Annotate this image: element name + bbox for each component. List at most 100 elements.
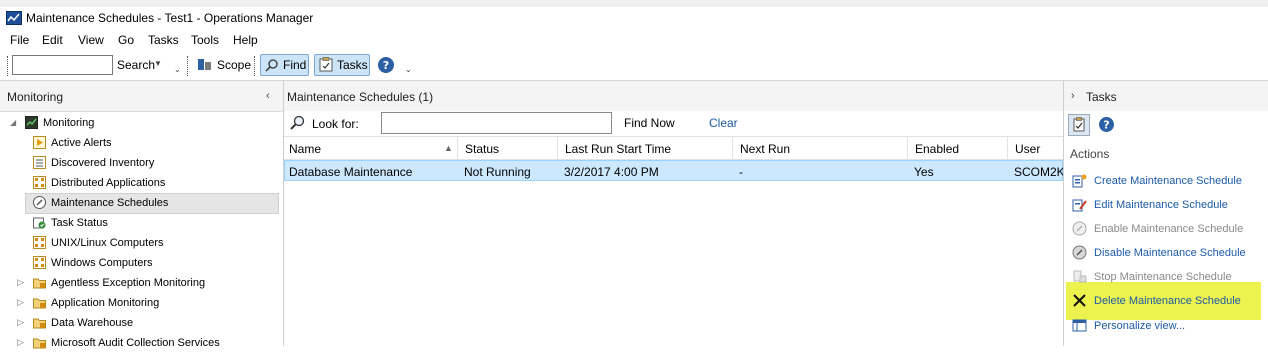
action-delete-maintenance-schedule[interactable]: Delete Maintenance Schedule — [1064, 290, 1268, 312]
tree-item-windows-computers[interactable]: Windows Computers — [0, 253, 283, 273]
search-input[interactable] — [12, 55, 113, 75]
action-label: Edit Maintenance Schedule — [1094, 199, 1228, 211]
collapsed-triangle-icon[interactable]: ▷ — [17, 337, 24, 348]
toolbar: Search ▼ ⌄ Scope Find Tasks ? ⌄ — [0, 52, 1268, 81]
collapse-pane-icon[interactable]: ‹ — [266, 90, 270, 102]
search-button[interactable]: Search — [117, 58, 155, 72]
column-divider[interactable] — [1007, 137, 1008, 159]
task-status-icon — [33, 216, 46, 229]
tree-item-unix-linux-computers[interactable]: UNIX/Linux Computers — [0, 233, 283, 253]
grid-header: Name ▲ Status Last Run Start Time Next R… — [284, 136, 1063, 160]
column-header-user[interactable]: User — [1015, 142, 1040, 156]
column-divider[interactable] — [732, 137, 733, 159]
help-icon[interactable]: ? — [377, 56, 395, 77]
toolbar-overflow-icon[interactable]: ⌄ — [405, 65, 412, 74]
find-now-button[interactable]: Find Now — [624, 116, 675, 130]
collapsed-triangle-icon[interactable]: ▷ — [17, 317, 24, 328]
search-dropdown-icon[interactable]: ▼ — [154, 59, 162, 68]
action-stop-maintenance-schedule: Stop Maintenance Schedule — [1064, 266, 1268, 288]
menu-go[interactable]: Go — [118, 33, 134, 47]
menu-edit[interactable]: Edit — [42, 33, 63, 47]
action-enable-maintenance-schedule: Enable Maintenance Schedule — [1064, 218, 1268, 240]
action-disable-maintenance-schedule[interactable]: Disable Maintenance Schedule — [1064, 242, 1268, 264]
tree-folder-microsoft-audit-collection-services[interactable]: ▷ Microsoft Audit Collection Services — [0, 333, 283, 353]
delete-icon — [1072, 293, 1087, 308]
collapsed-triangle-icon[interactable]: ▷ — [17, 277, 24, 288]
tree-item-distributed-applications[interactable]: Distributed Applications — [0, 173, 283, 193]
cell-name: Database Maintenance — [289, 165, 413, 179]
tree-item-discovered-inventory[interactable]: Discovered Inventory — [0, 153, 283, 173]
column-header-status[interactable]: Status — [465, 142, 499, 156]
action-label: Disable Maintenance Schedule — [1094, 247, 1246, 259]
tree-folder-application-monitoring[interactable]: ▷ Application Monitoring — [0, 293, 283, 313]
help-icon[interactable]: ? — [1098, 116, 1115, 136]
tree-label: Monitoring — [43, 117, 95, 129]
tree-folder-data-warehouse[interactable]: ▷ Data Warehouse — [0, 313, 283, 333]
menu-help[interactable]: Help — [233, 33, 258, 47]
tree-label: UNIX/Linux Computers — [51, 237, 164, 249]
results-pane-header: Maintenance Schedules (1) — [284, 81, 1063, 111]
grid-icon — [33, 236, 46, 249]
folder-icon — [33, 316, 46, 329]
tree-label: Distributed Applications — [51, 177, 166, 189]
tasks-tab-button[interactable] — [1068, 114, 1090, 136]
scope-button[interactable]: Scope — [217, 58, 251, 72]
tasks-button[interactable]: Tasks — [314, 54, 370, 76]
tree-label: Windows Computers — [51, 257, 153, 269]
magnifier-icon — [290, 115, 306, 134]
enable-schedule-icon — [1072, 221, 1087, 236]
action-personalize-view[interactable]: Personalize view... — [1064, 315, 1268, 337]
column-header-enabled[interactable]: Enabled — [915, 142, 959, 156]
column-header-name[interactable]: Name — [289, 142, 321, 156]
tree-root-monitoring[interactable]: ◢ Monitoring — [0, 113, 283, 133]
tree-label: Discovered Inventory — [51, 157, 155, 169]
look-for-input[interactable] — [381, 112, 612, 134]
magnifier-icon — [265, 58, 279, 75]
edit-schedule-icon — [1072, 197, 1087, 212]
cell-enabled: Yes — [914, 165, 934, 179]
tasks-pane: › Tasks ? Actions Create Maintenance Sch… — [1063, 81, 1268, 346]
tree-item-active-alerts[interactable]: Active Alerts — [0, 133, 283, 153]
column-divider[interactable] — [457, 137, 458, 159]
menu-tasks[interactable]: Tasks — [148, 33, 179, 47]
tree-label: Application Monitoring — [51, 297, 160, 309]
table-row[interactable]: Database Maintenance Not Running 3/2/201… — [284, 160, 1065, 181]
menu-tools[interactable]: Tools — [191, 33, 219, 47]
column-header-last-run-start-time[interactable]: Last Run Start Time — [565, 142, 671, 156]
inventory-icon — [33, 156, 46, 169]
navigation-pane-title: Monitoring — [7, 90, 64, 104]
column-divider[interactable] — [557, 137, 558, 159]
action-label: Delete Maintenance Schedule — [1094, 295, 1241, 307]
tree-label: Microsoft Audit Collection Services — [51, 337, 220, 349]
navigation-pane-header: Monitoring ‹ — [0, 81, 283, 112]
column-divider[interactable] — [907, 137, 908, 159]
grid-icon — [33, 256, 46, 269]
find-button[interactable]: Find — [260, 54, 309, 76]
clear-link[interactable]: Clear — [709, 116, 738, 130]
tree-item-task-status[interactable]: Task Status — [0, 213, 283, 233]
expanded-triangle-icon[interactable]: ◢ — [10, 118, 16, 127]
folder-icon — [33, 276, 46, 289]
collapsed-triangle-icon[interactable]: ▷ — [17, 297, 24, 308]
tree-label: Task Status — [51, 217, 108, 229]
toolbar-overflow-icon[interactable]: ⌄ — [174, 65, 181, 74]
results-pane-title: Maintenance Schedules (1) — [287, 90, 434, 104]
tree-folder-agentless-exception-monitoring[interactable]: ▷ Agentless Exception Monitoring — [0, 273, 283, 293]
look-for-label: Look for: — [312, 117, 359, 131]
action-label: Personalize view... — [1094, 320, 1186, 332]
action-edit-maintenance-schedule[interactable]: Edit Maintenance Schedule — [1064, 194, 1268, 216]
tree-label: Maintenance Schedules — [51, 197, 169, 209]
create-schedule-icon — [1072, 173, 1087, 188]
sort-ascending-icon: ▲ — [444, 143, 453, 153]
expand-pane-icon[interactable]: › — [1071, 90, 1075, 102]
cell-status: Not Running — [464, 165, 531, 179]
menu-view[interactable]: View — [78, 33, 104, 47]
menu-file[interactable]: File — [10, 33, 29, 47]
tree-item-maintenance-schedules[interactable]: Maintenance Schedules — [0, 193, 283, 214]
toolbar-grip[interactable] — [7, 56, 10, 76]
tree-label: Agentless Exception Monitoring — [51, 277, 206, 289]
tasks-pane-iconbar: ? — [1064, 111, 1268, 137]
action-create-maintenance-schedule[interactable]: Create Maintenance Schedule — [1064, 170, 1268, 192]
column-header-next-run[interactable]: Next Run — [740, 142, 790, 156]
top-strip — [0, 0, 1268, 7]
